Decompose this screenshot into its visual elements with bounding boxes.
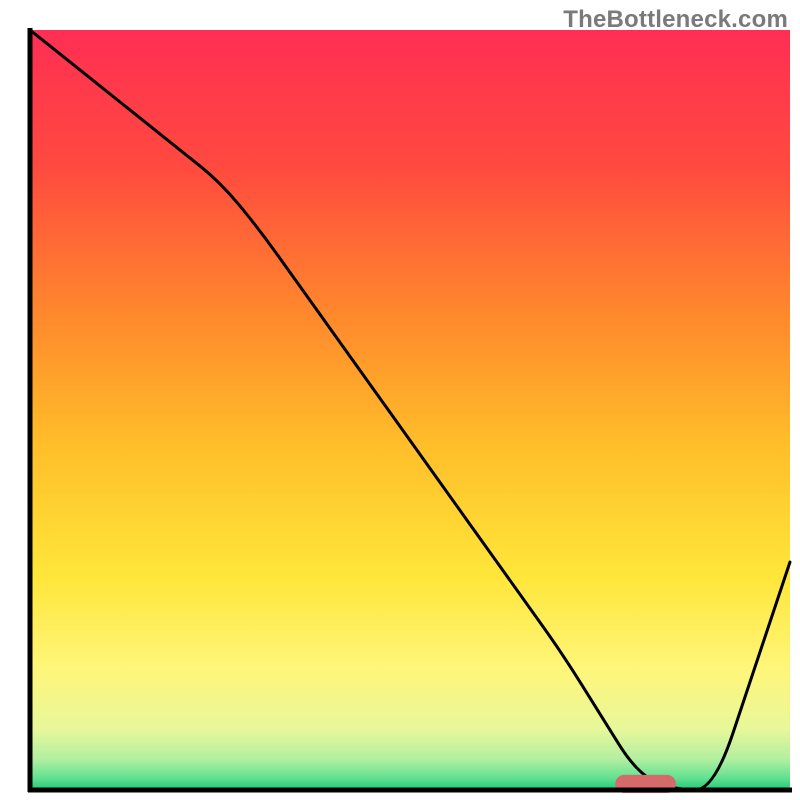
bottleneck-chart <box>0 0 800 800</box>
plot-background <box>30 30 790 790</box>
chart-container: TheBottleneck.com <box>0 0 800 800</box>
watermark-text: TheBottleneck.com <box>563 6 788 34</box>
